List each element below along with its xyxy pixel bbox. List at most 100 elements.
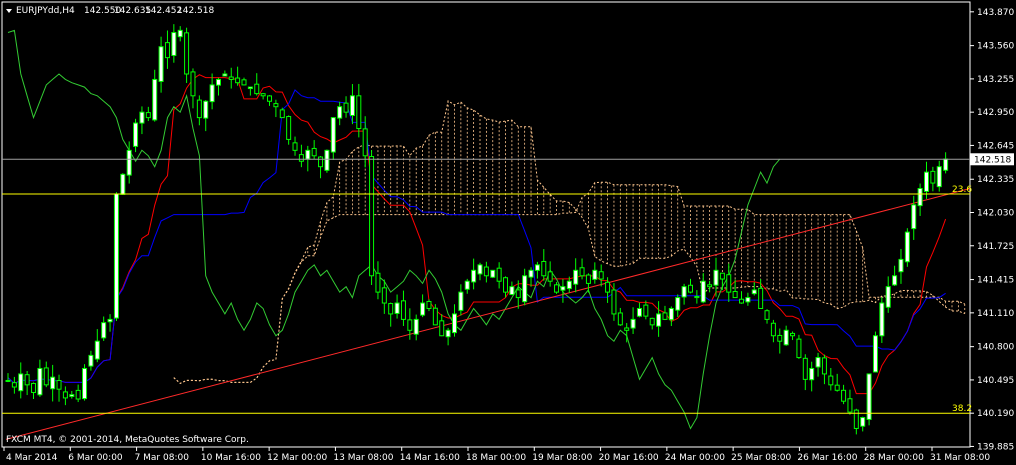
y-tick-label: 140.800 xyxy=(977,343,1014,353)
candle-body xyxy=(337,106,343,119)
candle-body xyxy=(400,300,406,320)
candle-body xyxy=(267,95,273,102)
candle-body xyxy=(394,302,400,314)
candle-body xyxy=(171,32,177,56)
candle-body xyxy=(260,93,266,97)
candle-body xyxy=(203,100,209,119)
candle-body xyxy=(190,71,196,97)
y-tick-label: 143.255 xyxy=(977,75,1014,85)
candle-body xyxy=(37,367,43,396)
y-tick-label: 141.725 xyxy=(977,242,1014,252)
x-tick-label: 14 Mar 16:00 xyxy=(400,453,460,463)
candle-body xyxy=(943,158,949,171)
candle-body xyxy=(841,389,847,402)
candle-body xyxy=(330,117,336,153)
candle-body xyxy=(50,376,56,390)
time-axis[interactable]: 4 Mar 2014 6 Mar 00:00 7 Mar 08:00 10 Mar 1… xyxy=(3,447,990,463)
candle-body xyxy=(687,284,693,293)
y-tick-label: 143.870 xyxy=(977,8,1014,18)
candle-body xyxy=(426,300,432,309)
candle-body xyxy=(152,78,158,121)
candle-body xyxy=(598,271,604,280)
candle-body xyxy=(777,334,783,342)
chart-window[interactable]: 23.6 38.2 EURJPYdd,H4 142.550 142.635 142… xyxy=(0,0,1016,465)
candle-body xyxy=(930,170,936,184)
candle-body xyxy=(445,329,451,338)
candle-body xyxy=(145,112,151,119)
x-tick-label: 24 Mar 00:00 xyxy=(665,453,725,463)
candle-body xyxy=(311,147,317,157)
candle-body xyxy=(790,332,796,337)
candle-body xyxy=(222,73,228,77)
x-tick-label: 12 Mar 00:00 xyxy=(267,453,327,463)
candle-body xyxy=(904,231,910,263)
candle-body xyxy=(732,291,738,299)
candle-body xyxy=(343,102,349,113)
candle-body xyxy=(120,173,126,195)
candle-body xyxy=(821,357,827,375)
candle-body xyxy=(471,269,477,283)
candle-body xyxy=(254,83,260,95)
candle-body xyxy=(209,84,215,103)
candle-body xyxy=(770,322,776,337)
y-tick-label: 139.885 xyxy=(977,442,1014,452)
candle-body xyxy=(751,289,757,295)
candle-body xyxy=(541,260,547,277)
candle-body xyxy=(630,318,636,329)
svg-text:142.518: 142.518 xyxy=(974,155,1011,165)
y-tick-label: 143.560 xyxy=(977,42,1014,52)
candle-body xyxy=(24,374,30,386)
candle-body xyxy=(719,272,725,280)
candle-body xyxy=(923,171,929,192)
x-tick-label: 6 Mar 00:00 xyxy=(68,453,123,463)
candle-body xyxy=(566,280,572,290)
candle-body xyxy=(656,313,662,327)
candle-body xyxy=(107,318,113,323)
candle-body xyxy=(745,297,751,303)
candle-body xyxy=(235,77,241,84)
candle-body xyxy=(936,166,942,188)
candle-body xyxy=(88,354,94,367)
candle-body xyxy=(31,382,37,393)
y-tick-label: 141.110 xyxy=(977,309,1014,319)
candle-body xyxy=(439,320,445,337)
candle-body xyxy=(196,99,202,119)
candle-body xyxy=(247,86,253,90)
candle-body xyxy=(126,149,132,176)
candle-body xyxy=(458,291,464,311)
candle-body xyxy=(43,367,49,386)
candle-body xyxy=(490,269,496,278)
candle-body xyxy=(783,329,789,346)
candle-body xyxy=(375,272,381,293)
candle-body xyxy=(809,367,815,381)
y-tick-label: 142.950 xyxy=(977,108,1014,118)
x-tick-label: 4 Mar 2014 xyxy=(6,453,58,463)
candle-body xyxy=(585,274,591,284)
candle-body xyxy=(158,46,164,82)
candle-body xyxy=(464,280,470,290)
candle-body xyxy=(534,264,540,271)
candle-body xyxy=(866,373,872,420)
price-axis[interactable]: 143.870 143.560 143.255 142.950 142.645 142.3… xyxy=(970,8,1014,453)
candle-body xyxy=(369,156,375,277)
candle-body xyxy=(279,109,285,119)
candle-body xyxy=(305,149,311,160)
candle-body xyxy=(617,312,623,326)
x-tick-label: 7 Mar 08:00 xyxy=(135,453,190,463)
candle-body xyxy=(273,103,279,108)
candle-body xyxy=(872,335,878,373)
candle-body xyxy=(515,289,521,299)
candle-body xyxy=(69,394,75,397)
x-tick-label: 20 Mar 16:00 xyxy=(599,453,659,463)
candle-body xyxy=(101,322,107,339)
candle-body xyxy=(547,271,553,282)
x-tick-label: 28 Mar 00:00 xyxy=(864,453,924,463)
candle-body xyxy=(362,128,368,157)
candle-body xyxy=(18,373,24,392)
candle-body xyxy=(381,287,387,304)
candle-body xyxy=(592,269,598,280)
chart-canvas[interactable]: 23.6 38.2 EURJPYdd,H4 142.550 142.635 142… xyxy=(0,0,1016,465)
candle-body xyxy=(579,267,585,277)
candle-body xyxy=(298,154,304,162)
candle-body xyxy=(94,340,100,360)
